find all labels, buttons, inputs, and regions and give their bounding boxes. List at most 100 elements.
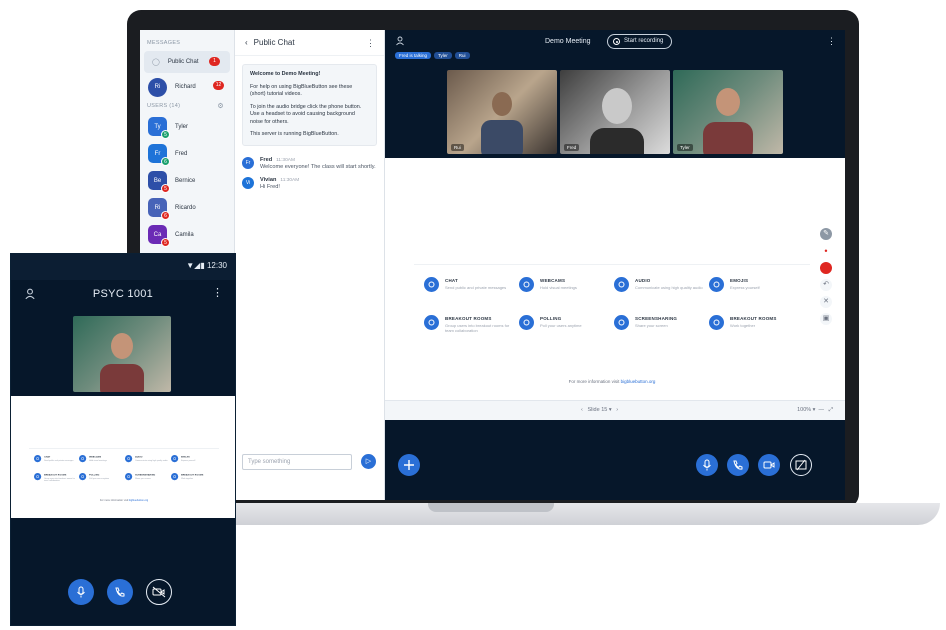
webcam-tile[interactable]: Fred <box>560 70 670 154</box>
feature-title: EMOJIS <box>180 455 190 458</box>
feature-icon <box>614 315 629 330</box>
feature-icon <box>79 454 87 462</box>
feature-icon <box>614 277 629 292</box>
microphone-icon <box>77 586 85 598</box>
private-chat-label: Richard <box>175 84 196 90</box>
start-recording-button[interactable]: Start recording <box>607 34 673 49</box>
message-author: Vivian <box>260 177 277 183</box>
feature-item: CHAT Send public and private messages <box>33 454 77 462</box>
feature-item: CHAT Send public and private messages <box>424 277 514 292</box>
clear-icon[interactable]: ✕ <box>820 296 832 308</box>
avatar: Ri <box>148 77 167 97</box>
feature-item: POLLING Poll your users anytime <box>79 473 122 481</box>
feature-title: EMOJIS <box>730 278 749 283</box>
feature-description: Work together <box>180 476 193 480</box>
avatar: Vi <box>242 177 254 189</box>
talking-pill[interactable]: Fred is talking <box>395 52 432 59</box>
public-chat-item[interactable]: ◯ Public Chat 1 <box>144 51 230 73</box>
feature-item: BREAKOUT ROOMS Work together <box>170 473 214 481</box>
microphone-button[interactable] <box>696 454 718 476</box>
slide-footer: For more information visit bigbluebutton… <box>568 379 656 384</box>
feature-title: BREAKOUT ROOMS <box>445 316 492 321</box>
private-chat-item[interactable]: Ri Richard 12 <box>140 75 234 99</box>
phone-header: PSYC 1001 ⋮ <box>11 280 235 312</box>
welcome-line: For help on using BigBlueButton see thes… <box>250 83 353 98</box>
user-list-item[interactable]: Fr 6 Fred <box>140 140 234 167</box>
feature-title: BREAKOUT ROOMS <box>730 316 777 321</box>
slide-selector[interactable]: Slide 15 <box>587 407 607 413</box>
footer-link[interactable]: bigbluebutton.org <box>621 379 656 384</box>
phone-presentation[interactable]: CHAT Send public and private messages WEBC… <box>11 396 235 518</box>
message-time: 11:30AM <box>276 157 295 163</box>
pencil-tool-icon[interactable]: ✎ <box>820 228 832 240</box>
screenshare-button[interactable] <box>790 454 812 476</box>
feature-icon <box>709 277 724 292</box>
options-menu-icon[interactable]: ⋮ <box>212 286 223 299</box>
back-chevron-icon[interactable]: ‹ <box>245 38 248 47</box>
prev-slide-icon[interactable]: ‹ <box>581 407 583 413</box>
feature-item: WEBCAMS Hold visual meetings <box>519 277 609 292</box>
webcam-tile[interactable] <box>73 316 171 392</box>
feature-description: Group users into breakout rooms for team… <box>445 323 510 333</box>
camera-off-button[interactable] <box>146 579 172 605</box>
messages-heading: MESSAGES <box>147 40 181 46</box>
phone-icon <box>733 460 743 470</box>
video-camera-off-icon <box>152 586 166 598</box>
multi-user-icon[interactable]: ▣ <box>820 313 832 325</box>
chat-options-icon[interactable]: ⋮ <box>366 38 375 49</box>
unread-badge: 1 <box>209 57 220 66</box>
zoom-level[interactable]: 100% <box>797 407 811 413</box>
phone-button[interactable] <box>727 454 749 476</box>
camera-button[interactable] <box>758 454 780 476</box>
feature-description: Share your screen <box>135 476 151 480</box>
microphone-button[interactable] <box>68 579 94 605</box>
talking-pill[interactable]: Rui <box>454 52 470 59</box>
feature-description: Communicate using high quality audio <box>135 458 168 461</box>
screenshare-icon <box>795 459 807 471</box>
chat-header: ‹ Public Chat <box>235 30 384 56</box>
thickness-icon[interactable]: • <box>820 245 832 257</box>
feature-icon <box>170 473 178 481</box>
message-time: 11:30AM <box>280 178 300 183</box>
user-icon[interactable] <box>395 36 405 46</box>
meeting-title: Demo Meeting <box>545 38 591 45</box>
color-picker-icon[interactable] <box>820 262 832 274</box>
webcam-tile[interactable]: Tyler <box>673 70 783 154</box>
undo-icon[interactable]: ↶ <box>820 279 832 291</box>
avatar: Ri 6 <box>148 198 170 220</box>
user-list-item[interactable]: Ty 5 Tyler <box>140 113 234 140</box>
phone-button[interactable] <box>107 579 133 605</box>
status-icon: 5 <box>161 184 170 193</box>
record-icon <box>613 38 620 45</box>
next-slide-icon[interactable]: › <box>616 407 618 413</box>
fit-screen-icon[interactable]: ⤢ <box>829 407 833 413</box>
feature-item: AUDIO Communicate using high quality audi… <box>125 454 168 462</box>
video-camera-icon <box>763 461 775 469</box>
feature-title: POLLING <box>540 316 562 321</box>
user-list-item[interactable]: Ri 6 Ricardo <box>140 194 234 221</box>
public-chat-label: Public Chat <box>167 59 199 65</box>
settings-icon[interactable]: ⚙ <box>217 102 224 110</box>
status-icon: 6 <box>161 211 170 220</box>
talking-pill[interactable]: Tyler <box>434 52 452 59</box>
user-name: Ricardo <box>175 204 196 211</box>
phone-device: ▼◢▮ 12:30 PSYC 1001 ⋮ CHAT Send public an… <box>10 253 236 626</box>
feature-icon <box>519 277 534 292</box>
presentation-area[interactable]: CHAT Send public and private messages WEBC… <box>385 158 845 420</box>
phone-action-bar <box>11 579 235 609</box>
feature-icon <box>424 277 439 292</box>
phone-icon <box>115 587 125 597</box>
webcam-tile[interactable]: Rui <box>447 70 557 154</box>
footer-link[interactable]: bigbluebutton.org <box>129 499 148 502</box>
webcam-person <box>590 88 644 154</box>
user-list-item[interactable]: Ca 5 Camila <box>140 221 234 248</box>
options-menu-icon[interactable]: ⋮ <box>827 36 836 47</box>
status-icon: 6 <box>161 157 170 166</box>
welcome-line: To join the audio bridge click the phone… <box>250 103 362 125</box>
send-button[interactable]: ▷ <box>361 454 376 469</box>
chat-message-input[interactable]: Type something <box>242 454 352 470</box>
feature-description: Work together <box>730 323 756 328</box>
feature-description: Express yourself <box>180 458 195 461</box>
user-list-item[interactable]: Be 5 Bernice <box>140 167 234 194</box>
actions-plus-button[interactable] <box>398 454 420 476</box>
